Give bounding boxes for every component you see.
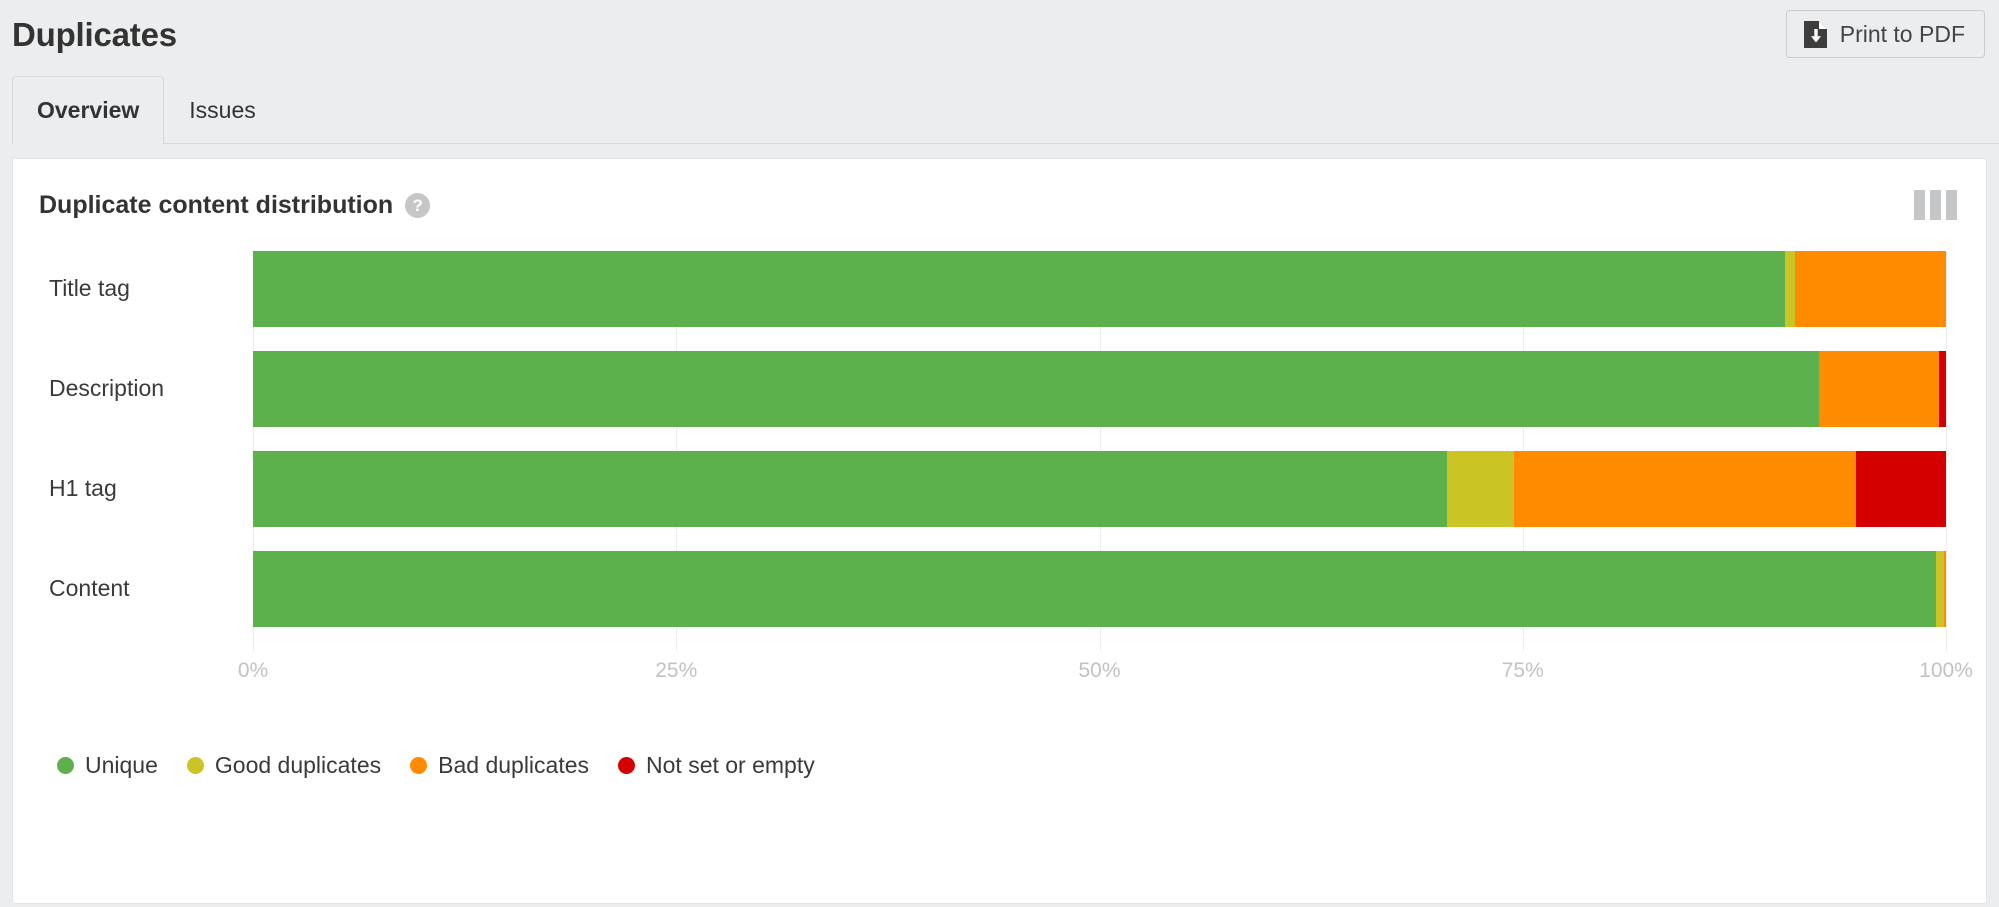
card-title: Duplicate content distribution <box>39 190 394 219</box>
chart-bar-segment[interactable] <box>253 451 1447 527</box>
chart-bar-segment[interactable] <box>253 351 1820 427</box>
chart-bar-segment[interactable] <box>253 251 1786 327</box>
chart-bar-segment[interactable] <box>1795 251 1946 327</box>
legend-label: Good duplicates <box>214 752 382 778</box>
print-to-pdf-label: Print to PDF <box>1839 20 1965 47</box>
legend-label: Unique <box>85 752 158 778</box>
legend-color-dot <box>186 757 204 774</box>
legend-item[interactable]: Good duplicates <box>186 752 382 779</box>
legend-item[interactable]: Bad duplicates <box>410 752 589 779</box>
chart-category-label: Title tag <box>49 275 130 301</box>
duplicate-content-distribution-card: Duplicate content distribution ? Title t… <box>12 158 1987 904</box>
tab-issues[interactable]: Issues <box>164 76 280 144</box>
chart-gridline <box>1946 251 1947 651</box>
card-title-group: Duplicate content distribution ? <box>39 190 431 219</box>
card-header: Duplicate content distribution ? <box>13 159 1986 223</box>
legend-color-dot <box>57 757 74 774</box>
chart-bar-segment[interactable] <box>1856 451 1946 527</box>
legend-color-dot <box>410 757 428 774</box>
chart-x-tick-label: 100% <box>1919 659 1973 682</box>
legend-item[interactable]: Unique <box>57 752 158 779</box>
chart-bar-segment[interactable] <box>1944 551 1946 627</box>
columns-icon-bar <box>1946 190 1957 220</box>
legend-color-dot <box>618 757 636 774</box>
chart-x-tick-label: 0% <box>237 659 269 682</box>
columns-icon[interactable] <box>1911 187 1960 223</box>
chart-x-tick-label: 25% <box>655 659 698 682</box>
chart-legend: Unique Good duplicates Bad duplicates Not s… <box>57 752 815 779</box>
columns-icon-bar <box>1930 190 1941 220</box>
chart-bar-segment[interactable] <box>1935 551 1945 627</box>
page-title: Duplicates <box>12 15 177 53</box>
chart-bar-segment[interactable] <box>1785 251 1796 327</box>
stacked-bar-chart: Title tag Description H1 tag Content 0% 25% 5… <box>13 241 1986 731</box>
document-download-icon <box>1803 20 1827 48</box>
chart-bar-row[interactable] <box>253 551 1946 627</box>
chart-x-tick-label: 75% <box>1501 659 1544 682</box>
legend-item[interactable]: Not set or empty <box>618 752 815 779</box>
columns-icon-bar <box>1914 190 1925 220</box>
chart-bar-row[interactable] <box>253 451 1946 527</box>
chart-bar-segment[interactable] <box>1446 451 1515 527</box>
help-icon[interactable]: ? <box>405 192 431 218</box>
page-header: Duplicates Print to PDF <box>0 0 1999 68</box>
chart-x-tick-label: 50% <box>1078 659 1121 682</box>
chart-bar-segment[interactable] <box>1819 351 1940 427</box>
tab-overview[interactable]: Overview <box>12 76 165 144</box>
chart-x-axis: 0% 25% 50% 75% 100% <box>238 659 1973 689</box>
chart-category-label: H1 tag <box>49 475 117 501</box>
chart-plot-area <box>253 251 1947 651</box>
tab-bar: Overview Issues <box>0 68 1999 144</box>
legend-label: Bad duplicates <box>438 752 590 778</box>
chart-bar-row[interactable] <box>253 351 1946 427</box>
chart-bar-segment[interactable] <box>253 551 1936 627</box>
chart-category-label: Description <box>49 375 165 401</box>
tab-issues-label: Issues <box>189 97 256 123</box>
chart-bar-segment[interactable] <box>1514 451 1857 527</box>
legend-label: Not set or empty <box>646 752 815 778</box>
print-to-pdf-button[interactable]: Print to PDF <box>1785 10 1985 58</box>
tab-overview-label: Overview <box>37 97 140 123</box>
chart-bar-row[interactable] <box>253 251 1946 327</box>
chart-bar-segment[interactable] <box>1939 351 1946 427</box>
chart-category-label: Content <box>49 575 130 601</box>
